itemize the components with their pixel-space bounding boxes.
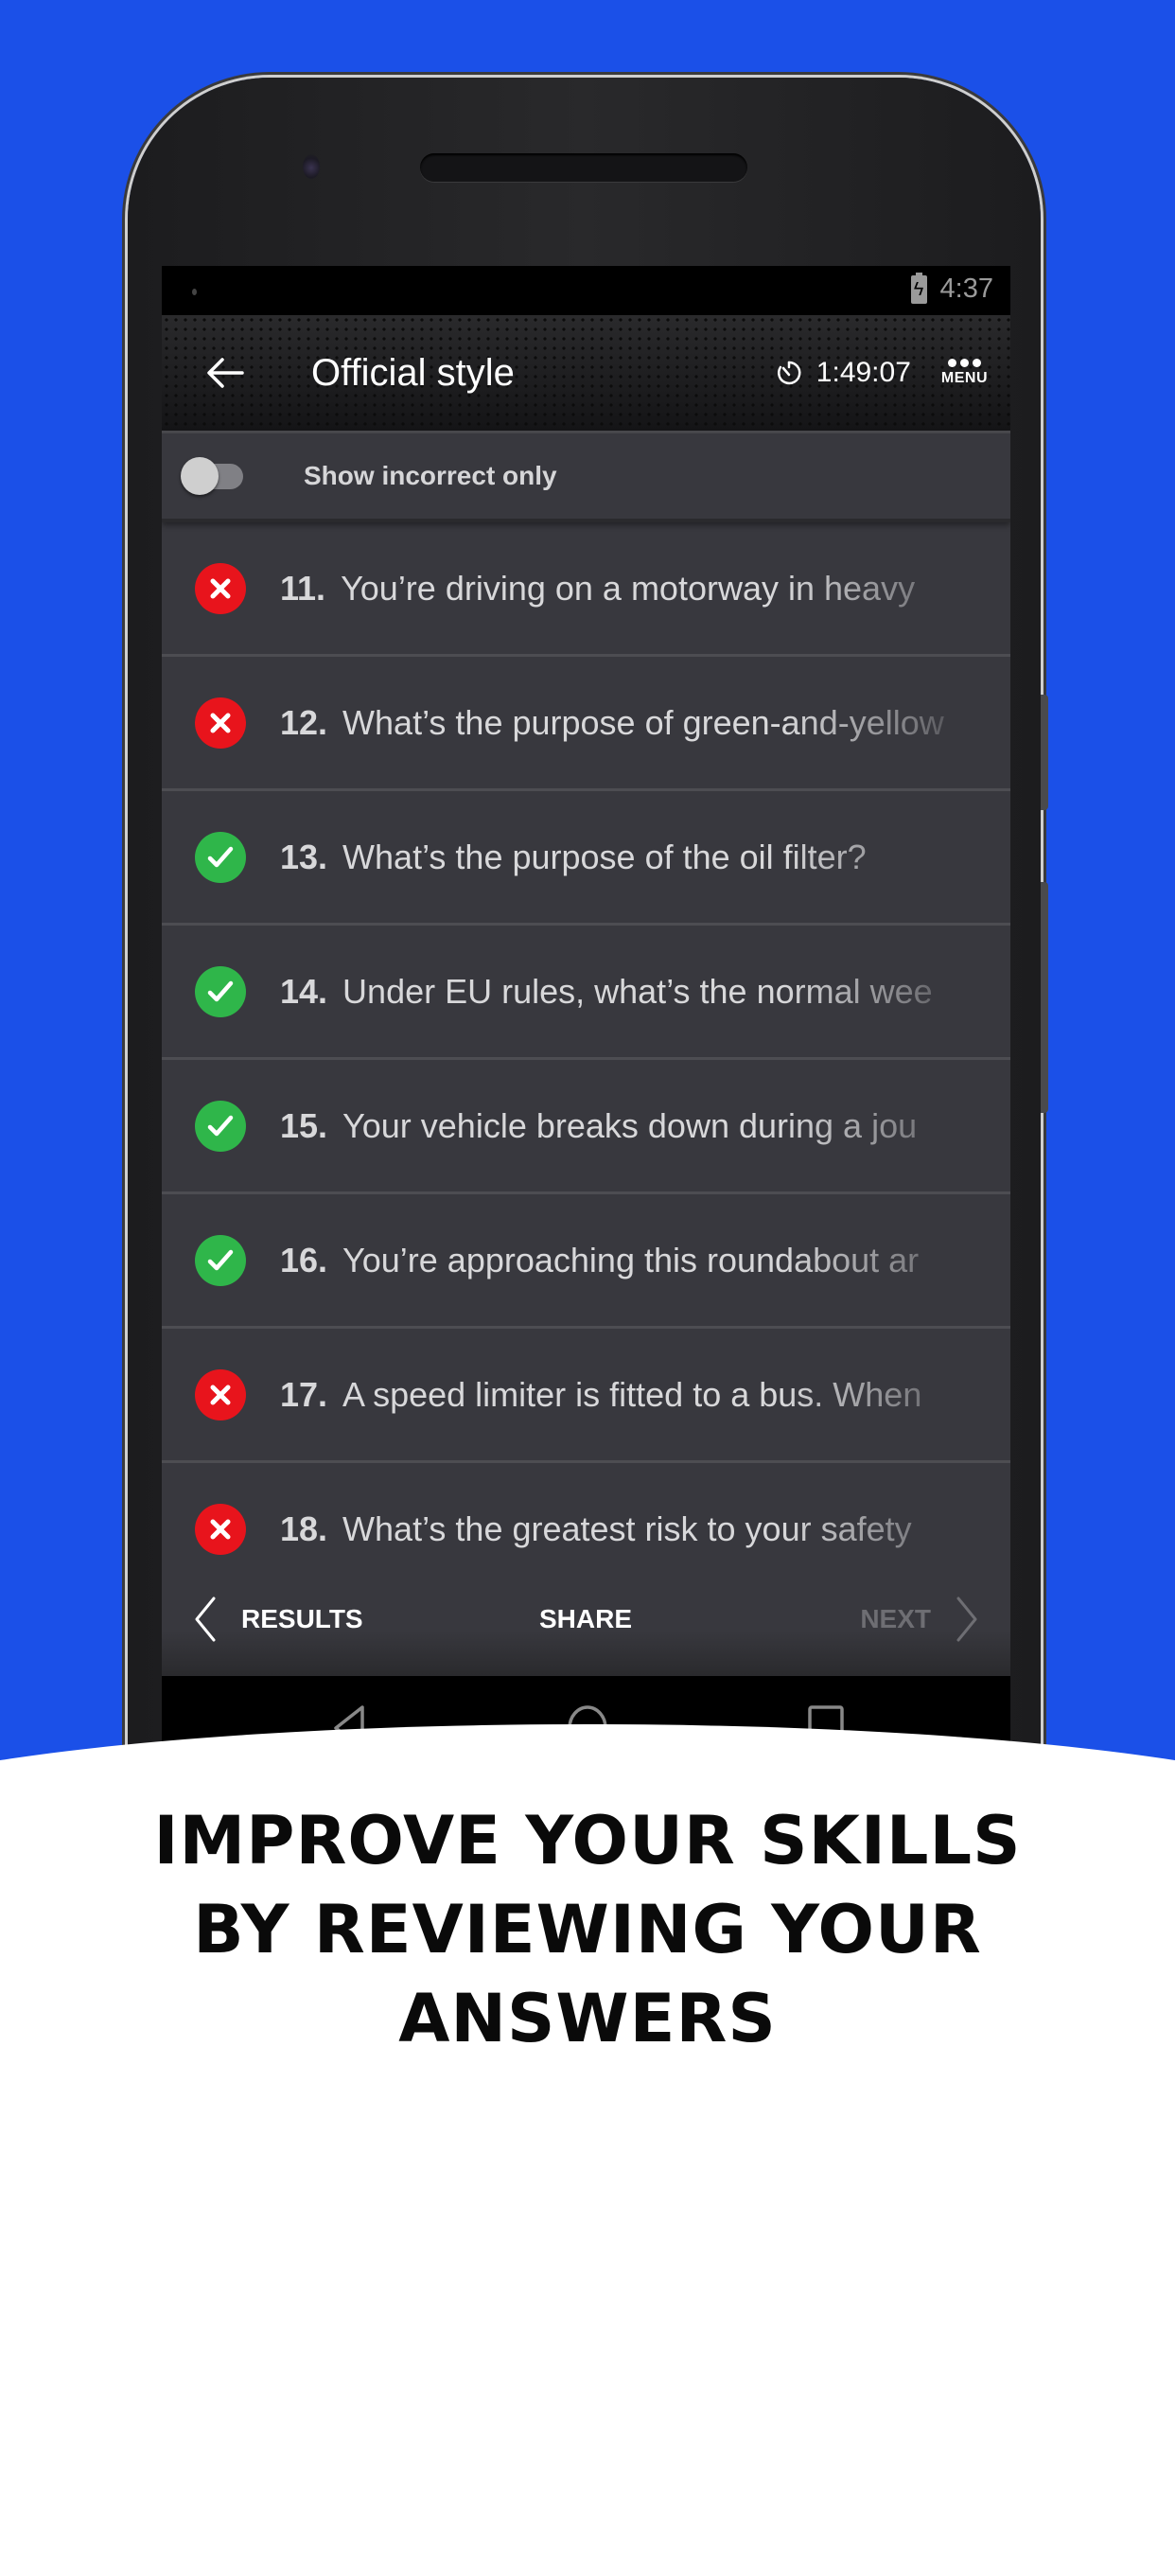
exam-timer: 1:49:07: [775, 357, 911, 389]
question-number: 18.: [280, 1509, 328, 1548]
x-circle-icon: [195, 1503, 246, 1555]
status-bar: ϟ 4:37: [162, 266, 1010, 315]
question-row[interactable]: 15. Your vehicle breaks down during a jou: [162, 1060, 1010, 1194]
headline-line: IMPROVE YOUR SKILLS: [153, 1802, 1022, 1879]
headline-line: BY REVIEWING YOUR: [193, 1891, 982, 1968]
menu-button[interactable]: MENU: [941, 359, 988, 387]
next-label: NEXT: [860, 1604, 931, 1633]
headline-line: ANSWERS: [398, 1980, 777, 2057]
question-number: 14.: [280, 971, 328, 1011]
question-number: 12.: [280, 702, 328, 742]
x-circle-icon: [195, 1368, 246, 1420]
question-text: Your vehicle breaks down during a jou: [342, 1105, 918, 1145]
question-text: You’re driving on a motorway in heavy: [341, 568, 916, 608]
question-number: 17.: [280, 1374, 328, 1414]
question-number: 11.: [280, 568, 326, 608]
phone-volume-button: [1041, 882, 1048, 1113]
stopwatch-icon: [777, 361, 801, 385]
results-label: RESULTS: [241, 1604, 363, 1633]
menu-label: MENU: [940, 370, 988, 386]
check-circle-icon: [195, 1234, 246, 1286]
question-number: 15.: [280, 1105, 328, 1145]
status-time: 4:37: [939, 273, 993, 304]
share-button[interactable]: SHARE: [539, 1604, 632, 1634]
notification-dot: [192, 289, 197, 295]
battery-charging-icon: ϟ: [910, 272, 927, 304]
app-bar: Official style 1:49:07 MENU: [162, 315, 1010, 433]
results-button[interactable]: RESULTS: [194, 1597, 363, 1642]
question-text: Under EU rules, what’s the normal wee: [342, 971, 933, 1011]
check-circle-icon: [195, 831, 246, 883]
toggle-knob: [181, 457, 219, 495]
question-text: What’s the greatest risk to your safety: [342, 1509, 912, 1548]
filter-row: Show incorrect only: [162, 433, 1010, 522]
chevron-right-icon: [956, 1597, 977, 1642]
front-camera-icon: [303, 154, 320, 179]
question-number: 16.: [280, 1240, 328, 1279]
check-circle-icon: [195, 1100, 246, 1152]
show-incorrect-toggle[interactable]: [181, 457, 247, 495]
x-circle-icon: [195, 697, 246, 749]
more-dots-icon: [947, 359, 981, 367]
next-button[interactable]: NEXT: [860, 1597, 978, 1642]
question-text: You’re approaching this roundabout ar: [342, 1240, 920, 1279]
chevron-left-icon: [195, 1597, 216, 1642]
page-title: Official style: [311, 351, 515, 394]
phone-screen: ϟ 4:37 Official style 1:49:07 MENU Show …: [162, 266, 1010, 1780]
arrow-left-icon: [207, 358, 244, 388]
bottom-nav: RESULTS SHARE NEXT: [162, 1562, 1010, 1676]
timer-value: 1:49:07: [815, 357, 911, 388]
question-row[interactable]: 11. You’re driving on a motorway in heavy: [162, 522, 1010, 657]
earpiece-speaker: [420, 153, 747, 182]
x-circle-icon: [195, 562, 246, 614]
check-circle-icon: [195, 965, 246, 1017]
question-row[interactable]: 14. Under EU rules, what’s the normal wee: [162, 926, 1010, 1060]
promo-headline: IMPROVE YOUR SKILLS BY REVIEWING YOUR AN…: [0, 1796, 1175, 2063]
question-text: A speed limiter is fitted to a bus. When: [342, 1374, 922, 1414]
back-button[interactable]: [192, 340, 258, 406]
question-list: 11. You’re driving on a motorway in heavy…: [162, 522, 1010, 1595]
question-row[interactable]: 17. A speed limiter is fitted to a bus. W…: [162, 1329, 1010, 1463]
toggle-label: Show incorrect only: [304, 461, 557, 490]
question-row[interactable]: 12. What’s the purpose of green-and-yello…: [162, 657, 1010, 791]
question-number: 13.: [280, 837, 328, 876]
question-text: What’s the purpose of green-and-yellow: [342, 702, 944, 742]
question-text: What’s the purpose of the oil filter?: [342, 837, 867, 876]
question-row[interactable]: 13. What’s the purpose of the oil filter?: [162, 791, 1010, 926]
question-row[interactable]: 16. You’re approaching this roundabout ar: [162, 1194, 1010, 1329]
phone-power-button: [1041, 695, 1048, 810]
